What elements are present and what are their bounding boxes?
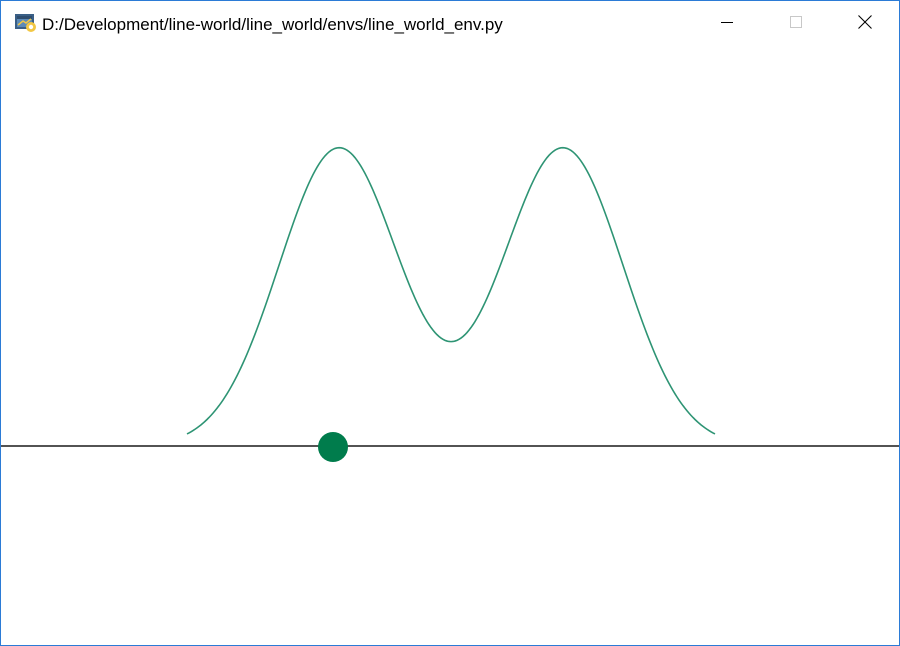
maximize-button[interactable] — [773, 1, 819, 47]
maximize-icon — [790, 15, 802, 33]
minimize-button[interactable] — [704, 1, 750, 47]
python-app-icon — [15, 13, 37, 33]
environment-canvas — [1, 47, 899, 645]
app-window: D:/Development/line-world/line_world/env… — [0, 0, 900, 646]
close-icon — [858, 14, 872, 34]
bimodal-curve — [186, 146, 716, 435]
window-title: D:/Development/line-world/line_world/env… — [42, 15, 503, 34]
scene-svg — [1, 146, 899, 462]
minimize-icon — [721, 15, 733, 33]
title-bar[interactable]: D:/Development/line-world/line_world/env… — [1, 1, 899, 47]
agent-dot — [318, 432, 348, 462]
close-button[interactable] — [842, 1, 888, 47]
